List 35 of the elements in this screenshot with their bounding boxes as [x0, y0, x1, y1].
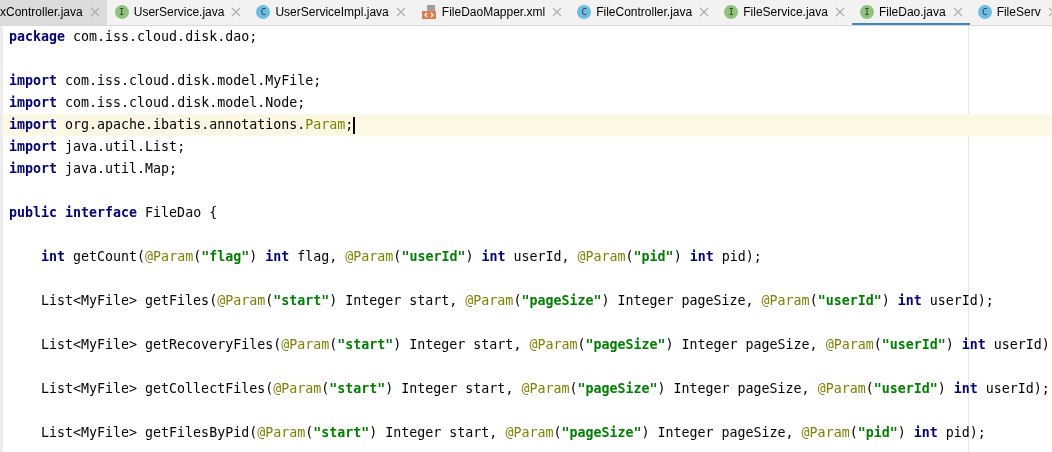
code-line: List<MyFile> getFiles(@Param("start") Integer start, @Param("pageSize") Integer pageSize, @Param("userId") int userId);	[41, 293, 994, 308]
class-icon: C	[977, 4, 992, 19]
editor-tab[interactable]: xController.java	[0, 0, 107, 25]
code-line: package com.iss.cloud.disk.dao;	[9, 29, 258, 44]
close-icon[interactable]	[952, 6, 963, 17]
xml-file-icon	[420, 3, 437, 20]
code-line: public interface FileDao {	[9, 205, 218, 220]
code-line: import java.util.List;	[9, 139, 186, 154]
close-icon[interactable]	[552, 6, 563, 17]
code-line: List<MyFile> getRecoveryFiles(@Param("start") Integer start, @Param("pageSize") Integer pageSize, @Param("userId") int userId)	[41, 337, 1050, 352]
editor-tab[interactable]: C FileController.java	[569, 0, 717, 25]
interface-icon: I	[114, 4, 129, 19]
code-line: import java.util.Map;	[9, 161, 178, 176]
close-icon[interactable]	[89, 6, 100, 17]
class-icon: C	[577, 4, 592, 19]
code-line: import com.iss.cloud.disk.model.Node;	[9, 95, 306, 110]
editor-tab[interactable]: FileDaoMapper.xml	[412, 0, 570, 25]
interface-icon: I	[724, 4, 739, 19]
interface-icon: I	[859, 4, 874, 19]
code-line: List<MyFile> getCollectFiles(@Param("start") Integer start, @Param("pageSize") Integer pageSize, @Param("userId") int userId);	[41, 381, 1050, 396]
editor-tab[interactable]: I FileDao.java	[851, 0, 970, 25]
code-line: List<MyFile> getFilesByPid(@Param("start") Integer start, @Param("pageSize") Integer pageSize, @Param("pid") int pid);	[41, 425, 986, 440]
code-line: int getCount(@Param("flag") int flag, @Param("userId") int userId, @Param("pid") int pid);	[41, 249, 762, 264]
editor-tab[interactable]: I UserService.java	[106, 0, 249, 25]
text-cursor	[353, 116, 356, 134]
editor-tab[interactable]: C FileServ	[969, 0, 1052, 25]
class-icon: C	[256, 4, 271, 19]
close-icon[interactable]	[834, 6, 845, 17]
code-line: import org.apache.ibatis.annotations.Param;	[9, 117, 354, 132]
code-line: import com.iss.cloud.disk.model.MyFile;	[9, 73, 322, 88]
editor-tab[interactable]: I FileService.java	[716, 0, 852, 25]
editor-tab[interactable]: C UserServiceImpl.java	[248, 0, 413, 25]
close-icon[interactable]	[395, 6, 406, 17]
close-icon[interactable]	[231, 6, 242, 17]
close-icon[interactable]	[699, 6, 710, 17]
